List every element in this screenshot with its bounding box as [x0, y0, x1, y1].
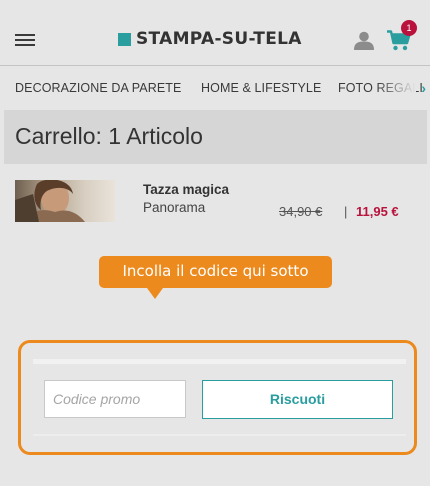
product-thumbnail[interactable]	[15, 180, 115, 222]
promo-divider-bottom	[33, 434, 406, 436]
category-nav: DECORAZIONE DA PARETE HOME & LIFESTYLE F…	[0, 67, 430, 110]
nav-fade	[376, 67, 416, 110]
cart-title-bar: Carrello: 1 Articolo	[4, 110, 427, 164]
site-header: STAMPA-SU-TELA 1	[0, 0, 430, 66]
page-title: Carrello: 1 Articolo	[15, 123, 203, 149]
product-variant: Panorama	[143, 200, 206, 215]
promo-tooltip: Incolla il codice qui sotto	[99, 256, 332, 288]
promo-divider-top	[33, 359, 406, 364]
brand-name: STAMPA-SU-TELA	[136, 29, 302, 49]
hamburger-menu-icon[interactable]	[15, 34, 35, 47]
promo-code-input[interactable]	[44, 380, 186, 418]
product-name[interactable]: Tazza magica	[143, 182, 229, 197]
nav-item-home-lifestyle[interactable]: HOME & LIFESTYLE	[201, 81, 321, 95]
tooltip-text: Incolla il codice qui sotto	[122, 262, 309, 280]
redeem-button[interactable]: Riscuoti	[202, 380, 393, 419]
nav-item-decorazione[interactable]: DECORAZIONE DA PARETE	[15, 81, 181, 95]
price-separator: |	[344, 204, 348, 219]
brand-logo[interactable]: STAMPA-SU-TELA	[118, 28, 302, 50]
chevron-right-icon[interactable]: ›	[421, 80, 426, 96]
logo-square-icon	[118, 32, 131, 46]
cart-count-badge: 1	[401, 20, 417, 36]
sale-price: 11,95 €	[356, 204, 399, 219]
user-icon[interactable]	[354, 31, 374, 50]
original-price: 34,90 €	[279, 204, 323, 219]
tooltip-arrow	[147, 288, 163, 299]
